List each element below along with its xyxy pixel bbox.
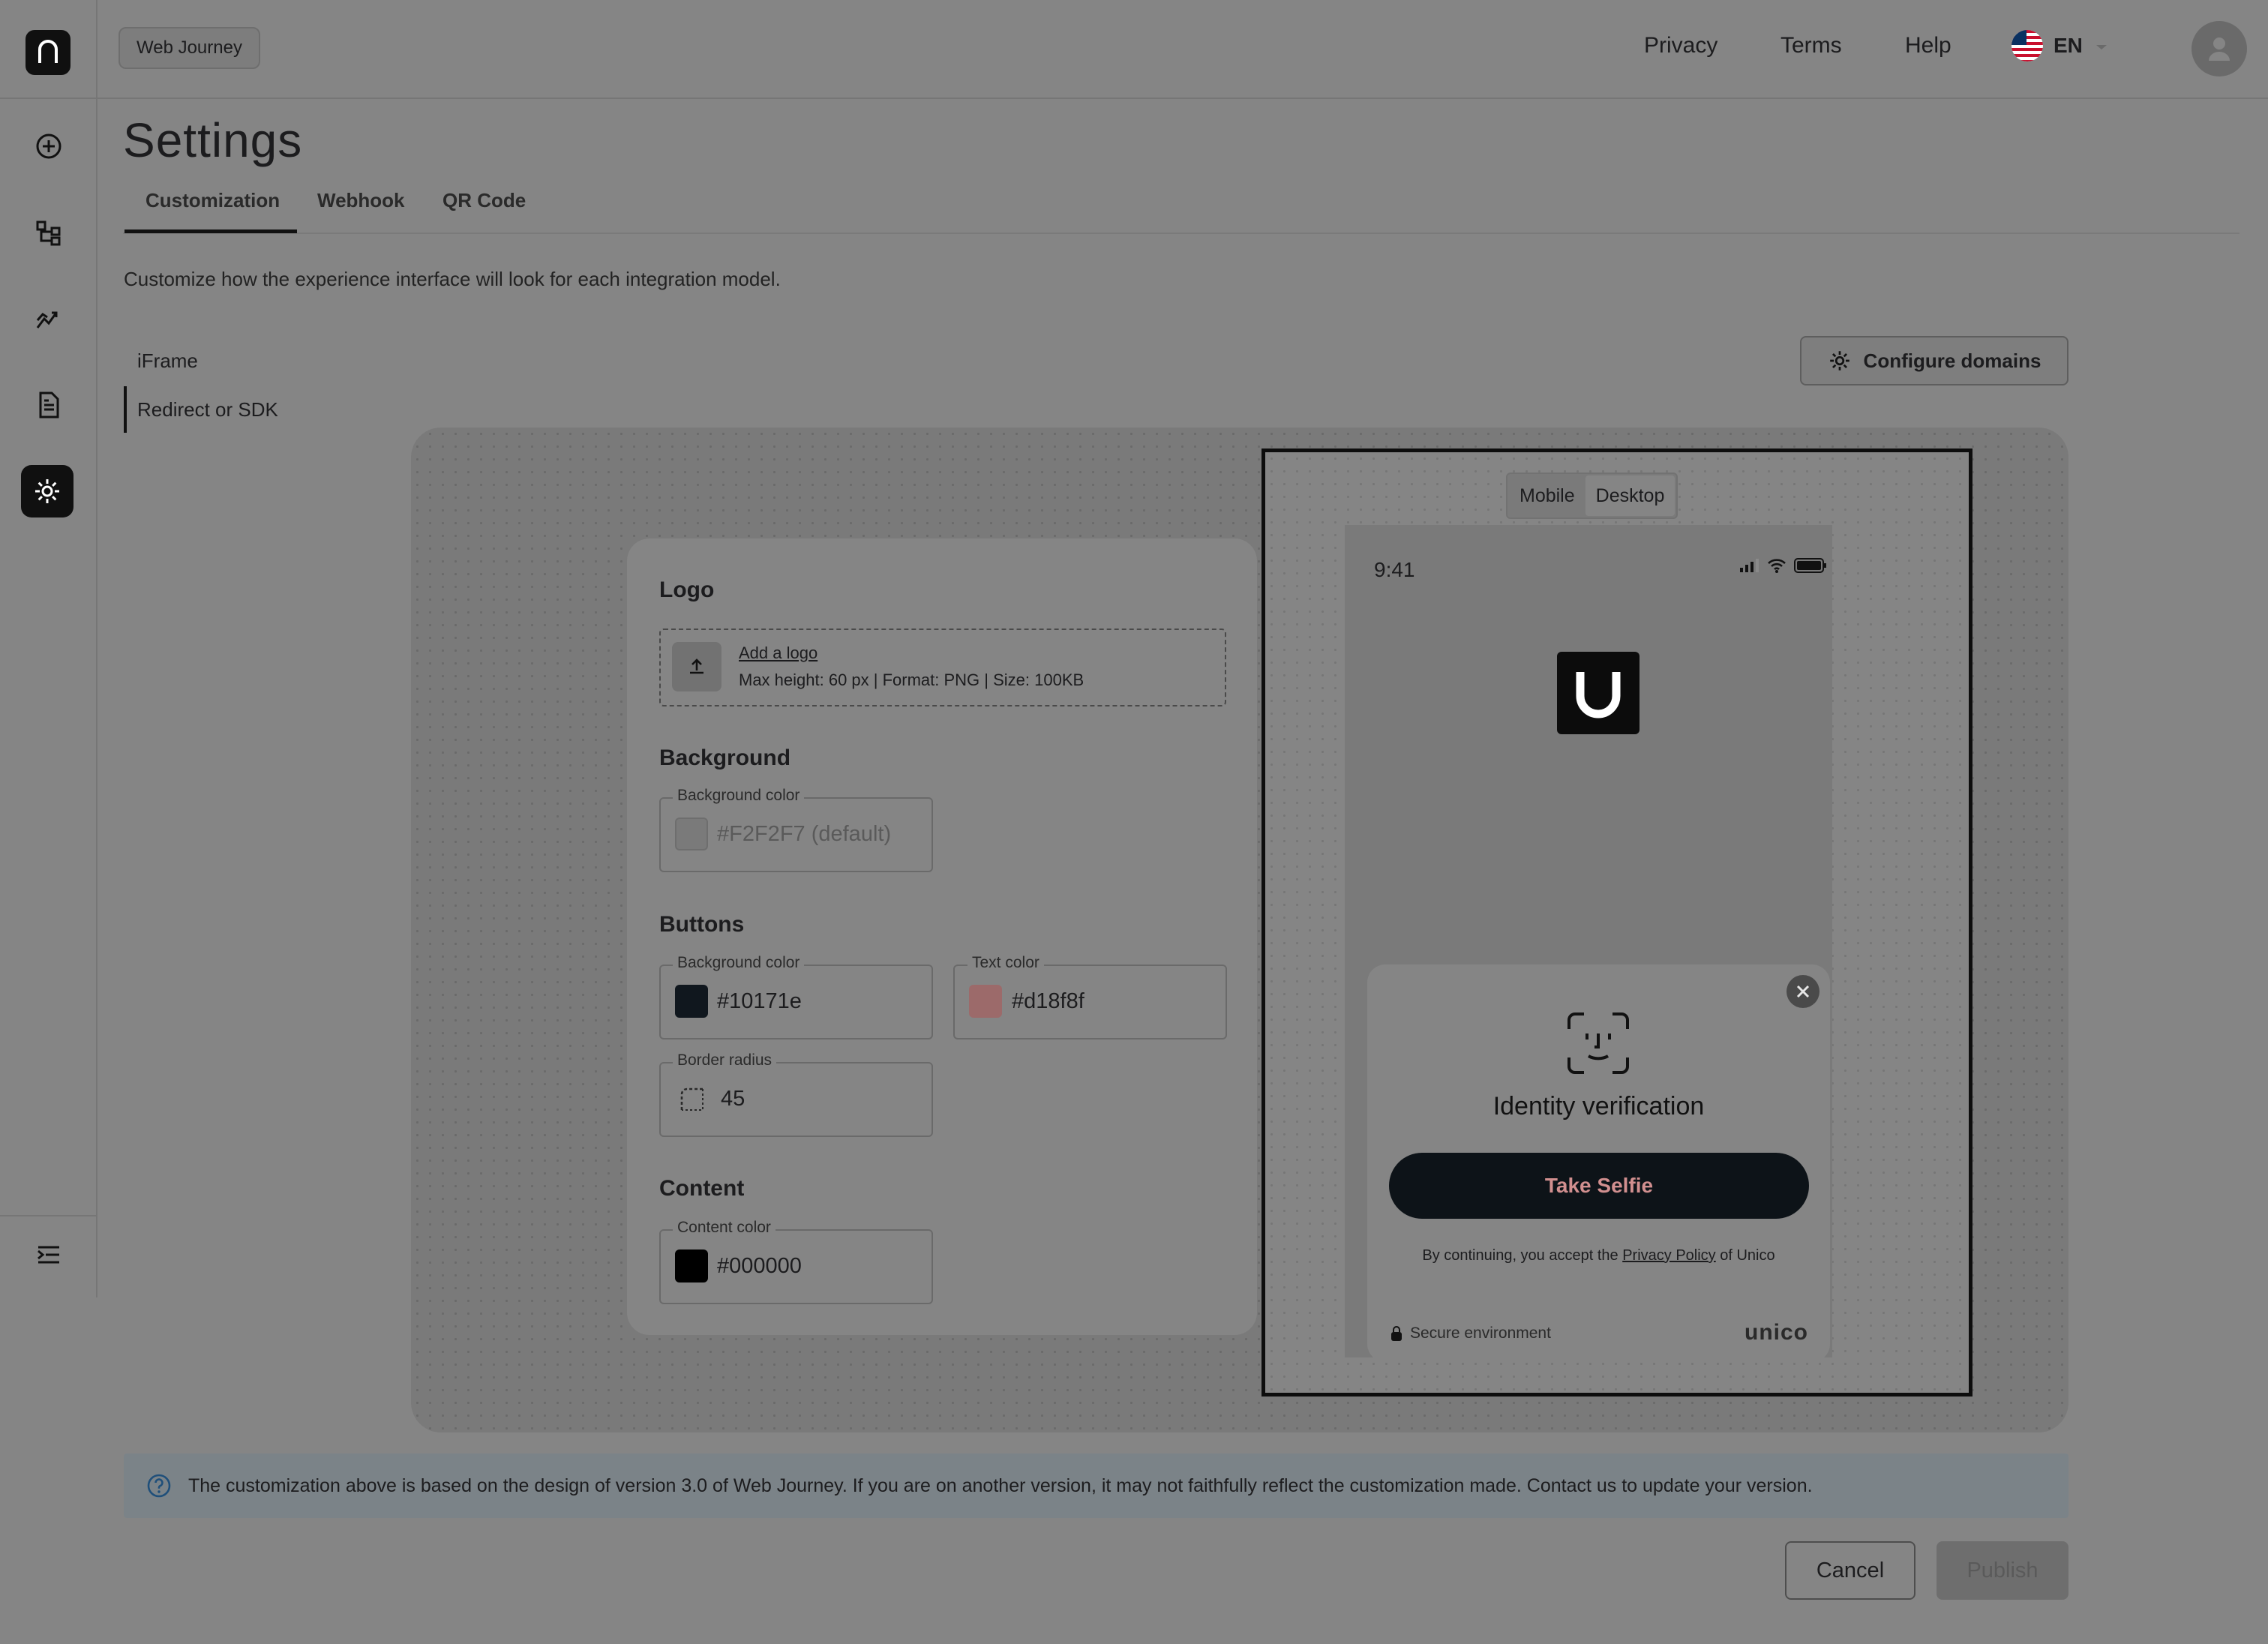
integration-redirect-sdk[interactable]: Redirect or SDK — [137, 398, 278, 422]
device-option-desktop[interactable]: Desktop — [1585, 476, 1676, 516]
face-id-icon — [1566, 1011, 1630, 1076]
add-logo-link[interactable]: Add a logo — [739, 644, 818, 663]
consent-suffix: of Unico — [1715, 1247, 1775, 1264]
border-radius-icon — [680, 1087, 705, 1116]
battery-icon — [1794, 558, 1826, 573]
help-circle-icon — [147, 1474, 171, 1498]
device-option-mobile[interactable]: Mobile — [1509, 476, 1586, 516]
logo-section-title: Logo — [659, 578, 715, 602]
border-radius-label: Border radius — [673, 1052, 777, 1070]
close-icon[interactable] — [1786, 975, 1820, 1008]
integration-iframe[interactable]: iFrame — [137, 350, 198, 373]
plus-circle-icon[interactable] — [22, 120, 75, 172]
chevron-down-icon — [2093, 34, 2110, 58]
info-banner: The customization above is based on the … — [124, 1454, 2068, 1518]
buttons-section-title: Buttons — [659, 912, 745, 937]
active-integration-indicator — [124, 386, 127, 433]
settings-icon[interactable] — [21, 465, 74, 518]
signal-icon — [1740, 559, 1759, 572]
analytics-icon[interactable] — [22, 292, 75, 345]
page-title: Settings — [123, 113, 303, 167]
avatar[interactable] — [2192, 21, 2247, 76]
button-text-value: #d18f8f — [1012, 989, 1084, 1013]
button-text-swatch[interactable] — [969, 985, 1002, 1018]
journey-chip[interactable]: Web Journey — [118, 27, 260, 69]
tab-qr-code[interactable]: QR Code — [442, 189, 526, 212]
logo-upload-hint: Max height: 60 px | Format: PNG | Size: … — [739, 670, 1084, 689]
active-tab-indicator — [124, 230, 297, 233]
background-color-value: #F2F2F7 (default) — [717, 822, 892, 846]
tab-customization[interactable]: Customization — [146, 189, 280, 212]
background-color-swatch[interactable] — [675, 818, 708, 850]
wifi-icon — [1768, 559, 1786, 573]
app-logo-icon[interactable] — [26, 30, 70, 75]
device-toggle[interactable]: Mobile Desktop — [1506, 472, 1678, 519]
header-divider — [98, 98, 2268, 99]
language-label: EN — [2054, 34, 2083, 57]
sidebar — [0, 0, 98, 1298]
secure-environment-label: Secure environment — [1410, 1324, 1551, 1342]
background-section-title: Background — [659, 746, 791, 770]
status-bar-clock: 9:41 — [1374, 558, 1415, 581]
secure-environment: Secure environment — [1390, 1324, 1551, 1342]
button-background-swatch[interactable] — [675, 985, 708, 1018]
privacy-link[interactable]: Privacy — [1644, 33, 1718, 58]
document-icon[interactable] — [22, 379, 75, 431]
unico-wordmark: unico — [1744, 1320, 1808, 1345]
sheet-title: Identity verification — [1492, 1092, 1705, 1120]
help-link[interactable]: Help — [1905, 33, 1952, 58]
logo-upload-dropzone[interactable] — [659, 628, 1226, 706]
terms-link[interactable]: Terms — [1780, 33, 1842, 58]
content-color-value: #000000 — [717, 1254, 802, 1278]
collapse-menu-icon[interactable] — [22, 1228, 75, 1281]
sidebar-divider — [0, 1215, 98, 1216]
user-icon — [2209, 38, 2230, 61]
upload-icon[interactable] — [672, 642, 722, 692]
status-bar-icons — [1740, 558, 1827, 573]
button-background-value: #10171e — [717, 989, 802, 1013]
button-text-color-label: Text color — [968, 954, 1044, 972]
content-color-swatch[interactable] — [675, 1250, 708, 1282]
tabs-divider — [123, 232, 2240, 234]
background-color-label: Background color — [673, 787, 805, 805]
unico-logo-icon — [1557, 652, 1640, 734]
privacy-policy-link[interactable]: Privacy Policy — [1622, 1247, 1715, 1264]
sidebar-divider — [0, 98, 98, 99]
language-selector[interactable]: EN — [2012, 30, 2110, 62]
us-flag-icon — [2012, 30, 2043, 62]
consent-text: By continuing, you accept the Privacy Po… — [1367, 1247, 1830, 1264]
publish-button[interactable]: Publish — [1936, 1541, 2068, 1600]
content-section-title: Content — [659, 1176, 745, 1201]
info-banner-text: The customization above is based on the … — [188, 1474, 1813, 1496]
content-color-label: Content color — [673, 1219, 776, 1237]
tab-webhook[interactable]: Webhook — [317, 189, 405, 212]
lock-icon — [1391, 1326, 1402, 1341]
page-description: Customize how the experience interface w… — [124, 268, 781, 290]
configure-domains-label: Configure domains — [1863, 349, 2042, 372]
cancel-button[interactable]: Cancel — [1785, 1541, 1916, 1600]
gear-icon — [1829, 351, 1850, 370]
consent-prefix: By continuing, you accept the — [1422, 1247, 1623, 1264]
border-radius-value: 45 — [721, 1087, 746, 1111]
configure-domains-button[interactable]: Configure domains — [1800, 336, 2068, 386]
button-background-color-label: Background color — [673, 954, 805, 972]
workflow-icon[interactable] — [22, 206, 75, 259]
take-selfie-button[interactable]: Take Selfie — [1389, 1153, 1809, 1219]
